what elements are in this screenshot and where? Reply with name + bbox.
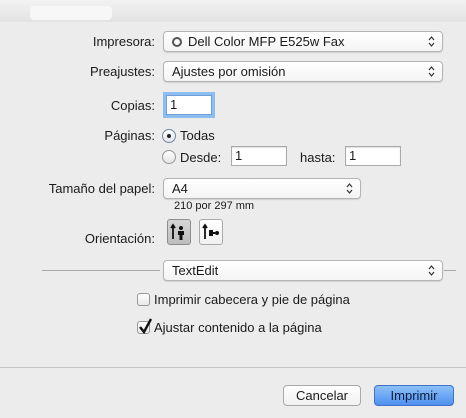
- pages-from-label: Desde:: [180, 150, 222, 165]
- presets-label: Preajustes:: [89, 64, 155, 79]
- header-footer-checkbox[interactable]: [137, 293, 150, 306]
- pages-label: Páginas:: [104, 128, 155, 143]
- fit-content-checkbox[interactable]: [137, 318, 153, 335]
- printer-value: Dell Color MFP E525w Fax: [188, 34, 345, 49]
- copies-field[interactable]: 1: [166, 95, 212, 115]
- printer-label: Impresora:: [92, 34, 155, 49]
- cancel-button[interactable]: Cancelar: [283, 385, 361, 406]
- printer-popup[interactable]: Dell Color MFP E525w Fax: [163, 31, 443, 52]
- pages-all-label: Todas: [180, 128, 215, 143]
- popup-arrows-icon: [346, 183, 353, 194]
- section-divider-left: [42, 270, 160, 271]
- copies-label: Copias:: [110, 98, 155, 113]
- section-divider-right: [444, 270, 456, 271]
- popup-arrows-icon: [428, 36, 435, 47]
- pages-to-label: hasta:: [300, 150, 336, 165]
- popup-arrows-icon: [428, 66, 435, 77]
- portrait-orientation-button[interactable]: [167, 219, 191, 245]
- presets-value: Ajustes por omisión: [172, 64, 286, 79]
- fit-content-label: Ajustar contenido a la página: [154, 320, 322, 335]
- app-section-popup[interactable]: TextEdit: [163, 260, 443, 281]
- print-button[interactable]: Imprimir: [374, 385, 454, 406]
- paper-size-value: A4: [172, 181, 188, 196]
- landscape-orientation-button[interactable]: [199, 219, 223, 245]
- dialog-titlebar: [0, 0, 466, 22]
- pages-range-radio[interactable]: [162, 150, 176, 164]
- paper-size-label: Tamaño del papel:: [48, 181, 155, 196]
- portrait-orientation-icon: [170, 223, 184, 240]
- paper-dimensions-text: 210 por 297 mm: [174, 200, 255, 212]
- titlebar-tab: [30, 6, 112, 20]
- presets-popup[interactable]: Ajustes por omisión: [163, 61, 443, 82]
- pages-all-radio[interactable]: [162, 129, 176, 143]
- footer-divider: [0, 367, 466, 368]
- orientation-label: Orientación:: [84, 231, 155, 246]
- landscape-orientation-icon: [202, 223, 219, 239]
- paper-size-popup[interactable]: A4: [163, 178, 361, 199]
- header-footer-label: Imprimir cabecera y pie de página: [154, 292, 350, 307]
- popup-arrows-icon: [428, 265, 435, 276]
- pages-from-field[interactable]: 1: [231, 146, 287, 166]
- app-section-value: TextEdit: [172, 263, 219, 278]
- printer-status-icon: [172, 36, 182, 47]
- pages-to-field[interactable]: 1: [345, 146, 401, 166]
- checkmark-icon: [139, 318, 153, 335]
